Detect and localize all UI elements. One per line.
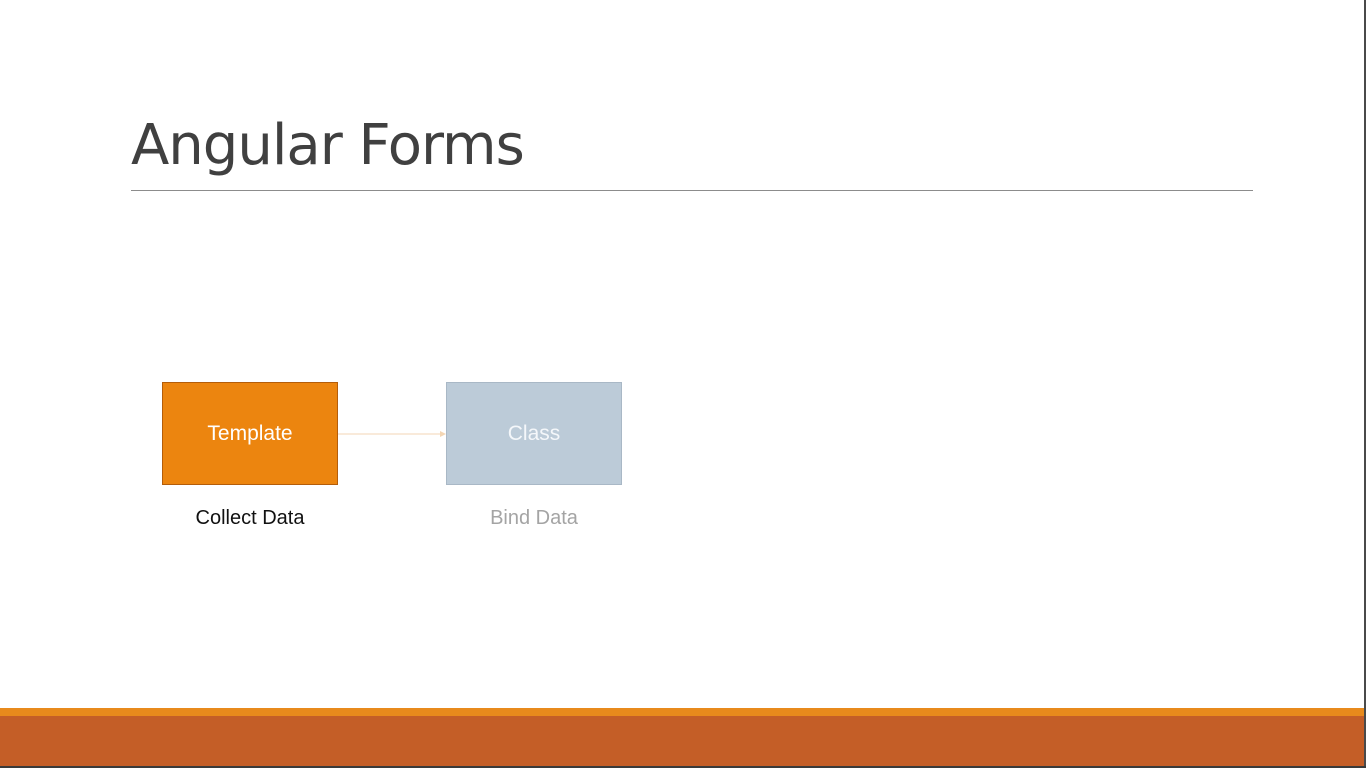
class-node: Class	[446, 382, 622, 485]
template-to-class-arrow	[338, 431, 446, 437]
template-node-label: Template	[207, 421, 293, 445]
title-divider	[131, 190, 1253, 191]
class-node-label: Class	[507, 421, 561, 445]
footer-band	[0, 716, 1364, 766]
class-node-caption: Bind Data	[490, 507, 578, 529]
template-node-caption: Collect Data	[195, 507, 305, 529]
template-node: Template	[162, 382, 338, 485]
footer-accent-stripe	[0, 708, 1364, 716]
slide-title: Angular Forms	[131, 113, 525, 178]
slide: Angular Forms Template Collect Data Clas…	[0, 0, 1366, 768]
